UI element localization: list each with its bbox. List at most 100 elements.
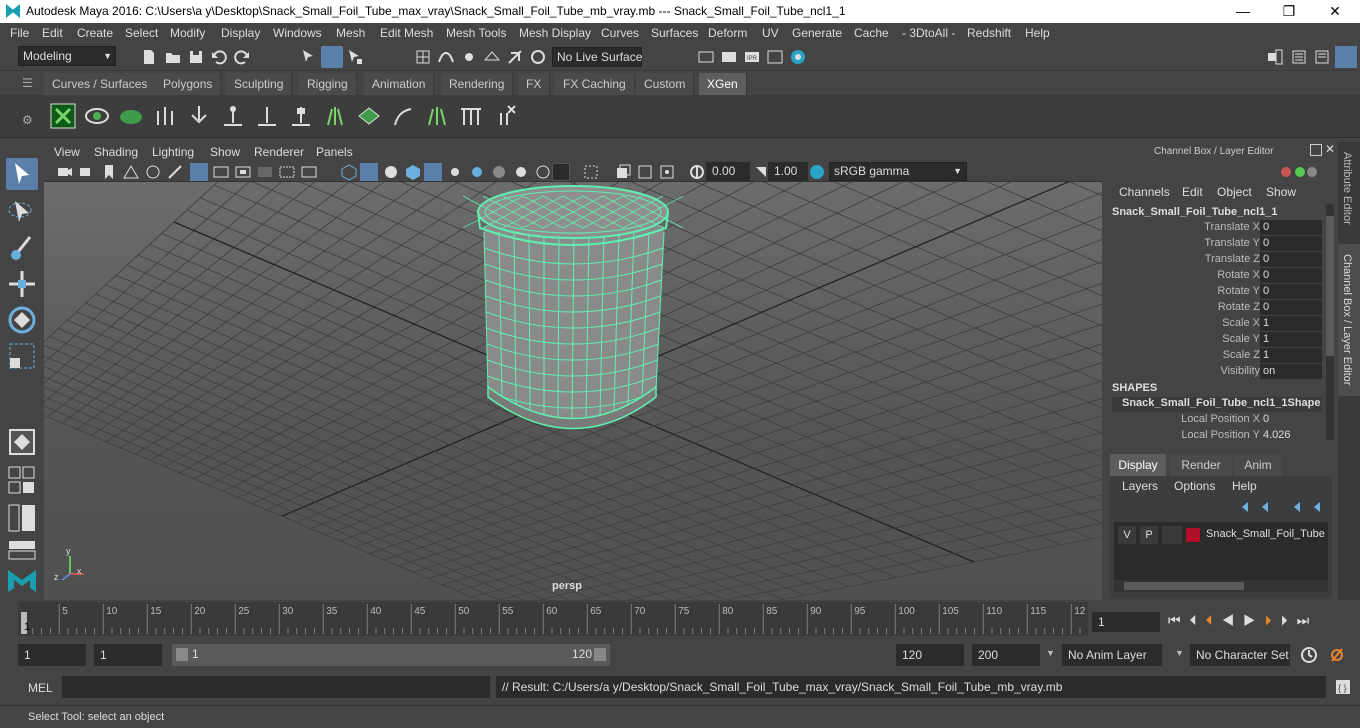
xgen-comb-icon[interactable] xyxy=(390,103,416,129)
shape-name[interactable]: Snack_Small_Foil_Tube_ncl1_1Shape xyxy=(1112,397,1322,412)
channel-row[interactable]: Rotate Y0 xyxy=(1104,284,1330,300)
layer-scrollbar[interactable] xyxy=(1114,580,1328,592)
exposure-icon[interactable] xyxy=(688,163,706,181)
xgen-add-guide-icon[interactable] xyxy=(186,103,212,129)
channel-row[interactable]: Rotate Z0 xyxy=(1104,300,1330,316)
exposure-field[interactable]: 0.00 xyxy=(706,162,750,181)
xray-icon[interactable] xyxy=(614,163,632,181)
play-backward-icon[interactable]: ◀ xyxy=(1222,612,1244,628)
select-component-icon[interactable] xyxy=(346,48,364,66)
workspace-icon[interactable] xyxy=(1266,48,1284,66)
menu-file[interactable]: File xyxy=(10,26,29,40)
resolution-gate-icon[interactable] xyxy=(234,163,252,181)
snap-curve-icon[interactable] xyxy=(437,48,455,66)
go-to-start-icon[interactable]: ⏮ xyxy=(1168,612,1190,628)
tab-sculpting[interactable]: Sculpting xyxy=(226,73,293,95)
render-settings-icon[interactable] xyxy=(697,48,715,66)
motion-blur-icon[interactable] xyxy=(512,163,530,181)
menu-generate[interactable]: Generate xyxy=(792,26,842,40)
xgen-editor-icon[interactable] xyxy=(50,103,76,129)
channel-box-mode-icons[interactable] xyxy=(1278,162,1318,182)
tab-fx[interactable]: FX xyxy=(518,73,551,95)
xgen-leaf-icon[interactable] xyxy=(118,103,144,129)
xgen-grass-icon[interactable] xyxy=(322,103,348,129)
render-frame-icon[interactable] xyxy=(720,48,738,66)
camera-attributes-icon[interactable] xyxy=(78,163,96,181)
range-end-handle[interactable] xyxy=(594,648,606,661)
hypershade-icon[interactable] xyxy=(789,48,807,66)
menu-mesh[interactable]: Mesh xyxy=(336,26,365,40)
script-editor-icon[interactable]: { } xyxy=(1334,678,1352,696)
menu-modify[interactable]: Modify xyxy=(170,26,205,40)
bookmark-icon[interactable] xyxy=(100,163,118,181)
isolate-select-icon[interactable] xyxy=(582,163,600,181)
open-scene-icon[interactable] xyxy=(164,48,182,66)
shadows-icon[interactable] xyxy=(468,163,486,181)
gate-mask-icon[interactable] xyxy=(256,163,274,181)
menu-create[interactable]: Create xyxy=(77,26,113,40)
live-surface-field[interactable]: No Live Surface xyxy=(552,47,642,67)
menu-display[interactable]: Display xyxy=(221,26,260,40)
channel-value[interactable]: 1 xyxy=(1260,316,1322,331)
snap-grid-icon[interactable] xyxy=(414,48,432,66)
viewport-menu-panels[interactable]: Panels xyxy=(316,145,353,159)
layer-playback-toggle[interactable]: P xyxy=(1140,526,1158,544)
channel-row[interactable]: Translate Z0 xyxy=(1104,252,1330,268)
foil-tube-mesh[interactable] xyxy=(462,185,684,430)
camera-select-icon[interactable] xyxy=(56,163,74,181)
tab-polygons[interactable]: Polygons xyxy=(155,73,222,95)
channel-value[interactable]: 1 xyxy=(1260,332,1322,347)
character-set-select[interactable]: No Character Set xyxy=(1190,644,1290,666)
viewport-menu-lighting[interactable]: Lighting xyxy=(152,145,194,159)
channel-row[interactable]: Rotate X0 xyxy=(1104,268,1330,284)
layer-move-icons[interactable] xyxy=(1238,500,1328,514)
view-transform-select[interactable]: sRGB gamma ▼ xyxy=(829,162,967,181)
animation-start-field[interactable]: 1 xyxy=(18,644,86,666)
step-back-icon[interactable]: ⏴ xyxy=(1190,612,1206,628)
snap-point-icon[interactable] xyxy=(460,48,478,66)
layer-row[interactable]: V P Snack_Small_Foil_Tube xyxy=(1118,526,1325,544)
anim-layer-select[interactable]: No Anim Layer xyxy=(1062,644,1162,666)
tab-rendering[interactable]: Rendering xyxy=(441,73,514,95)
animation-end-field[interactable]: 200 xyxy=(972,644,1040,666)
ambient-occlusion-icon[interactable] xyxy=(490,163,508,181)
step-back-key-icon[interactable]: ⏴ xyxy=(1206,612,1222,628)
layer-name[interactable]: Snack_Small_Foil_Tube xyxy=(1206,528,1325,540)
lasso-tool-icon[interactable] xyxy=(6,196,38,228)
menu-3dtoall[interactable]: - 3DtoAll - xyxy=(902,26,955,40)
auto-key-icon[interactable] xyxy=(1300,646,1318,664)
channel-box-scrollbar[interactable] xyxy=(1326,204,1334,440)
mode-selector[interactable]: Modeling ▼ xyxy=(18,46,116,66)
menu-mesh-tools[interactable]: Mesh Tools xyxy=(446,26,506,40)
layers-menu[interactable]: Layers xyxy=(1122,479,1158,493)
tab-animation[interactable]: Animation xyxy=(364,73,435,95)
close-button[interactable]: ✕ xyxy=(1312,2,1358,21)
safe-action-icon[interactable] xyxy=(300,163,318,181)
show-menu[interactable]: Show xyxy=(1266,185,1296,199)
menu-surfaces[interactable]: Surfaces xyxy=(651,26,698,40)
tab-fx-caching[interactable]: FX Caching xyxy=(555,73,635,95)
command-input[interactable] xyxy=(62,676,490,698)
channel-value[interactable]: 0 xyxy=(1260,300,1322,315)
default-material-icon[interactable] xyxy=(382,163,400,181)
layer-color-swatch[interactable] xyxy=(1186,528,1200,542)
tab-xgen[interactable]: XGen xyxy=(699,73,747,95)
channel-value[interactable]: 0 xyxy=(1260,268,1322,283)
wireframe-icon[interactable] xyxy=(340,163,358,181)
color-management-icon[interactable] xyxy=(808,163,826,181)
mel-label[interactable]: MEL xyxy=(28,681,53,695)
step-forward-icon[interactable]: ⏵ xyxy=(1281,612,1297,628)
viewport-3d-scene[interactable]: y x z persp xyxy=(0,0,1360,641)
range-bar[interactable]: 1 120 xyxy=(172,644,610,666)
film-gate-icon[interactable] xyxy=(212,163,230,181)
viewport-menu-show[interactable]: Show xyxy=(210,145,240,159)
channel-value[interactable]: on xyxy=(1260,364,1322,379)
menu-uv[interactable]: UV xyxy=(762,26,779,40)
menu-help[interactable]: Help xyxy=(1025,26,1050,40)
range-start-handle[interactable] xyxy=(176,648,188,661)
tab-rigging[interactable]: Rigging xyxy=(299,73,357,95)
menu-windows[interactable]: Windows xyxy=(273,26,322,40)
select-object-mode-button[interactable] xyxy=(321,46,343,68)
channel-value[interactable]: 0 xyxy=(1260,252,1322,267)
shape-channel-value[interactable]: 0 xyxy=(1260,412,1322,427)
